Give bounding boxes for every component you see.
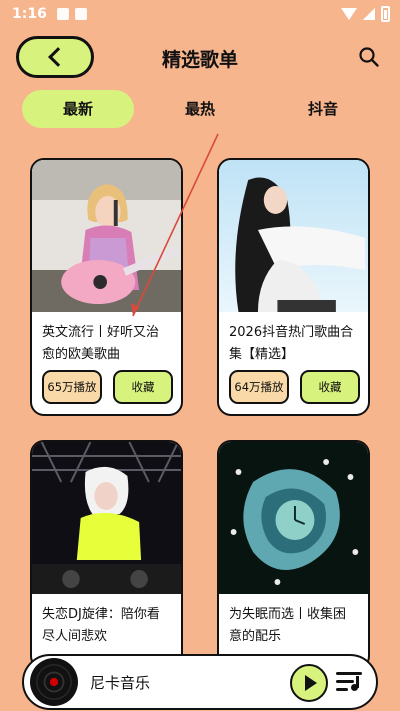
player-title: 尼卡音乐 <box>90 674 151 692</box>
play-count-badge: 64万播放 <box>229 370 289 404</box>
status-time: 1:16 <box>12 6 47 22</box>
playlist-card[interactable]: 英文流行丨好听又治愈的欧美歌曲 65万播放 收藏 <box>30 158 183 416</box>
playlist-title: 失恋DJ旋律：陪你看尽人间悲欢 <box>42 607 160 644</box>
favorite-button[interactable]: 收藏 <box>113 370 173 404</box>
search-button[interactable] <box>358 46 380 68</box>
play-icon <box>304 675 317 691</box>
status-system-icons <box>341 6 390 22</box>
playlist-cover <box>219 442 368 594</box>
play-button[interactable] <box>290 664 328 702</box>
header: 精选歌单 <box>0 36 400 84</box>
mini-player[interactable]: 尼卡音乐 <box>22 654 378 710</box>
gallery-notification-icon <box>56 8 69 20</box>
signal-icon <box>363 8 375 20</box>
playlist-button[interactable] <box>336 670 362 694</box>
vinyl-disc-icon <box>30 658 78 706</box>
status-notification-icons <box>56 8 87 20</box>
battery-icon <box>381 6 390 22</box>
playlist-card[interactable]: 失恋DJ旋律：陪你看尽人间悲欢 <box>30 440 183 670</box>
playlist-card[interactable]: 2026抖音热门歌曲合集【精选】 64万播放 收藏 <box>217 158 370 416</box>
tab-hottest[interactable]: 最热 <box>160 90 240 128</box>
tab-bar: 最新 最热 抖音 <box>0 90 400 128</box>
play-count-badge: 65万播放 <box>42 370 102 404</box>
playlist-title: 英文流行丨好听又治愈的欧美歌曲 <box>42 325 160 362</box>
favorite-button[interactable]: 收藏 <box>300 370 360 404</box>
wifi-icon <box>341 8 357 20</box>
playlist-cover <box>219 160 368 312</box>
playlist-title: 2026抖音热门歌曲合集【精选】 <box>229 325 354 362</box>
tab-douyin[interactable]: 抖音 <box>283 90 363 128</box>
playlist-title: 为失眠而选丨收集困意的配乐 <box>229 607 347 644</box>
playlist-card[interactable]: 为失眠而选丨收集困意的配乐 <box>217 440 370 670</box>
tab-latest[interactable]: 最新 <box>22 90 134 128</box>
playlist-cover <box>32 160 181 312</box>
app-notification-icon <box>74 8 87 20</box>
page-title: 精选歌单 <box>161 49 238 71</box>
search-icon <box>359 47 379 67</box>
status-bar: 1:16 <box>0 0 400 28</box>
playlist-cover <box>32 442 181 594</box>
